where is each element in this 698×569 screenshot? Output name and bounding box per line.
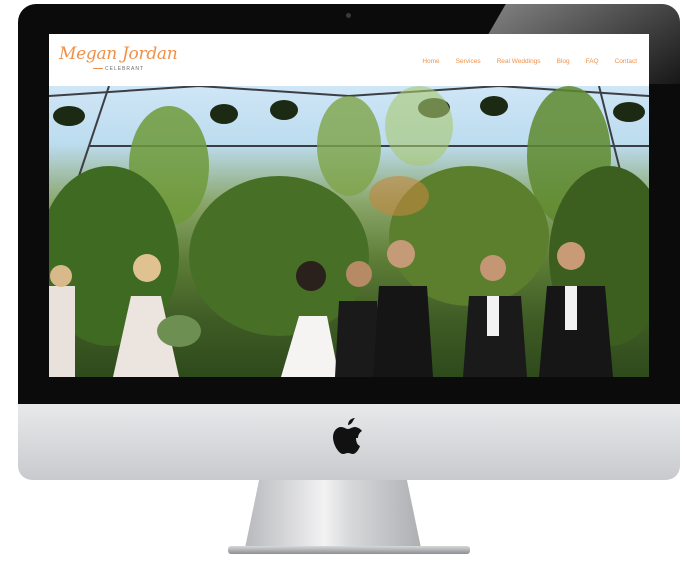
main-nav: Home Services Real Weddings Blog FAQ Con… [422,58,637,65]
site-logo[interactable]: Megan Jordan CELEBRANT [59,44,178,80]
monitor-stand [245,480,421,548]
logo-flourish [93,68,103,69]
nav-real-weddings[interactable]: Real Weddings [497,58,541,65]
wedding-ceremony-photo [49,86,649,377]
site-header: Megan Jordan CELEBRANT Home Services Rea… [49,34,649,86]
nav-blog[interactable]: Blog [557,58,570,65]
logo-name: Megan Jordan [59,44,178,64]
nav-contact[interactable]: Contact [615,58,637,65]
apple-logo-icon [333,418,362,454]
nav-home[interactable]: Home [422,58,439,65]
nav-faq[interactable]: FAQ [586,58,599,65]
website-screen: Megan Jordan CELEBRANT Home Services Rea… [49,34,649,377]
logo-subtitle: CELEBRANT [105,66,145,72]
nav-services[interactable]: Services [456,58,481,65]
hero-image [49,86,649,377]
monitor-stand-base [228,546,470,554]
camera-icon [346,13,351,18]
